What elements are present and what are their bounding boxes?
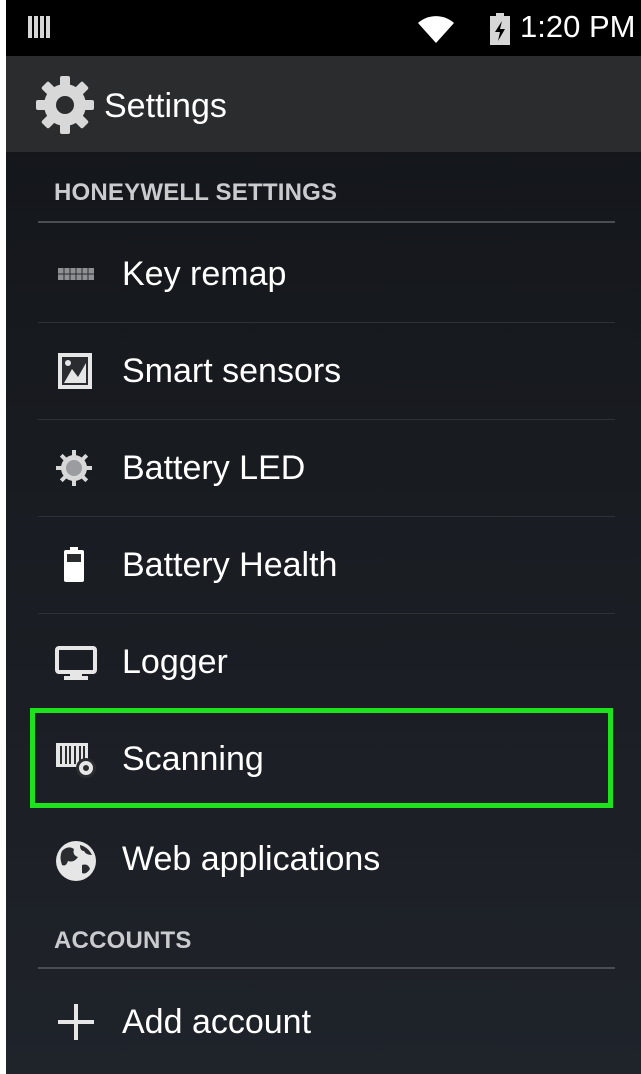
monitor-icon xyxy=(55,646,97,680)
settings-item-web-applications[interactable]: Web applications xyxy=(6,811,641,907)
settings-item-label: Add account xyxy=(122,1003,312,1041)
globe-icon xyxy=(56,841,96,881)
action-bar: Settings xyxy=(6,56,641,152)
settings-item-key-remap[interactable]: Key remap xyxy=(6,226,641,322)
settings-item-logger[interactable]: Logger xyxy=(6,614,641,710)
section-divider xyxy=(38,967,615,969)
scanning-highlight-box xyxy=(30,708,613,808)
settings-item-add-account[interactable]: Add account xyxy=(6,974,641,1070)
settings-item-smart-sensors[interactable]: Smart sensors xyxy=(6,323,641,419)
battery-icon xyxy=(64,547,84,582)
status-bar: 1:20 PM xyxy=(6,0,641,56)
status-time: 1:20 PM xyxy=(520,9,636,44)
settings-item-battery-health[interactable]: Battery Health xyxy=(6,517,641,613)
smart-sensor-icon xyxy=(58,353,92,389)
settings-item-label: Web applications xyxy=(122,840,381,878)
settings-screen: 1:20 PM Settings HONEYWELL SETTINGS Key … xyxy=(6,0,641,1074)
settings-item-label: Battery LED xyxy=(122,449,306,487)
led-icon xyxy=(56,450,92,486)
notification-icon xyxy=(28,16,50,38)
plus-icon xyxy=(58,1004,94,1040)
settings-item-label: Logger xyxy=(122,643,228,681)
battery-charging-icon xyxy=(490,13,510,45)
section-header-honeywell: HONEYWELL SETTINGS xyxy=(54,179,338,206)
wifi-icon xyxy=(418,16,454,43)
settings-item-label: Battery Health xyxy=(122,546,338,584)
section-divider xyxy=(38,221,615,223)
settings-item-label: Key remap xyxy=(122,255,287,293)
settings-item-battery-led[interactable]: Battery LED xyxy=(6,420,641,516)
settings-gear-icon[interactable] xyxy=(34,74,96,136)
page-title: Settings xyxy=(104,87,227,125)
keyboard-icon xyxy=(58,268,94,280)
section-header-accounts: ACCOUNTS xyxy=(54,927,192,954)
settings-item-label: Smart sensors xyxy=(122,352,342,390)
